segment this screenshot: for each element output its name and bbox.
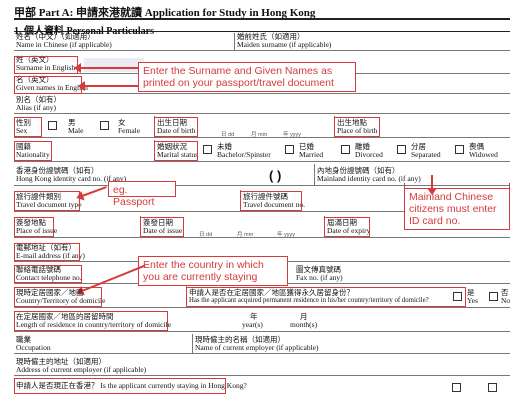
place-issue-highlight [14, 217, 54, 237]
row-chinese-name: 姓名（中文）（如適用） Name in Chinese (if applicab… [14, 32, 510, 51]
email-highlight [14, 243, 80, 261]
row-employer-address: 現時僱主的地址（如適用） Address of current employer… [14, 356, 510, 376]
occupation-field[interactable]: 職業 Occupation [14, 334, 192, 353]
row-sex-dob: 性別 Sex 男 Male 女 Female 出生日期 Date of birt… [14, 116, 510, 138]
hkid-check-digit: ( ) [269, 168, 282, 183]
permanent-no-checkbox[interactable] [489, 292, 498, 301]
mainland-id-field[interactable]: 內地身份證號碼（如有） Mainland identity card no. (… [314, 164, 510, 185]
female-checkbox[interactable] [100, 121, 109, 130]
employer-name-field[interactable]: 現時僱主的名稱（如適用） Name of current employer (i… [192, 334, 510, 353]
permanent-highlight [186, 287, 466, 307]
domicile-highlight [14, 287, 102, 307]
given-names-highlight [14, 76, 82, 94]
bachelor-checkbox[interactable] [203, 145, 212, 154]
row-issue: 簽發地點 Place of issue 簽發日期 Date of issue 日… [14, 216, 510, 238]
staying-no-checkbox[interactable] [488, 383, 497, 392]
fax-field[interactable]: 圖文傳真號碼 Fax no. (if any) [294, 264, 510, 283]
male-checkbox[interactable] [48, 121, 57, 130]
maiden-surname-field[interactable]: 婚前姓氏（如適用） Maiden surname (if applicable) [234, 32, 510, 50]
section-title: 1. 個人資料 Personal Particulars [14, 18, 510, 37]
surname-highlight [14, 56, 78, 74]
phone-highlight [14, 265, 82, 283]
sex-highlight [14, 117, 42, 137]
widowed-checkbox[interactable] [455, 145, 464, 154]
date-expiry-highlight [324, 217, 370, 237]
callout-country: Enter the country in which you are curre… [138, 256, 288, 286]
chinese-name-field[interactable]: 姓名（中文）（如適用） Name in Chinese (if applicab… [14, 32, 234, 50]
travel-no-highlight [240, 191, 302, 211]
pob-highlight [334, 117, 380, 137]
row-alias: 別名（如有） Alias (if any) [14, 95, 510, 114]
callout-names-arrow-2 [78, 81, 138, 91]
married-checkbox[interactable] [285, 145, 294, 154]
nationality-highlight [14, 141, 52, 161]
callout-names-arrow [74, 63, 138, 73]
staying-highlight [14, 378, 226, 394]
staying-yes-checkbox[interactable] [452, 383, 461, 392]
callout-mainland-arrow [431, 175, 433, 189]
separated-checkbox[interactable] [397, 145, 406, 154]
marital-highlight [154, 141, 198, 161]
date-issue-highlight [140, 217, 184, 237]
row-nationality: 國籍 Nationality 婚姻狀況 Marital status 未婚 Ba… [14, 140, 510, 162]
callout-passport: eg. Passport [108, 181, 176, 208]
length-highlight [14, 311, 168, 331]
travel-type-highlight [14, 191, 80, 211]
row-occupation: 職業 Occupation 現時僱主的名稱（如適用） Name of curre… [14, 334, 510, 354]
dob-highlight [154, 117, 198, 137]
callout-names: Enter the Surname and Given Names as pri… [138, 62, 356, 92]
divorced-checkbox[interactable] [341, 145, 350, 154]
